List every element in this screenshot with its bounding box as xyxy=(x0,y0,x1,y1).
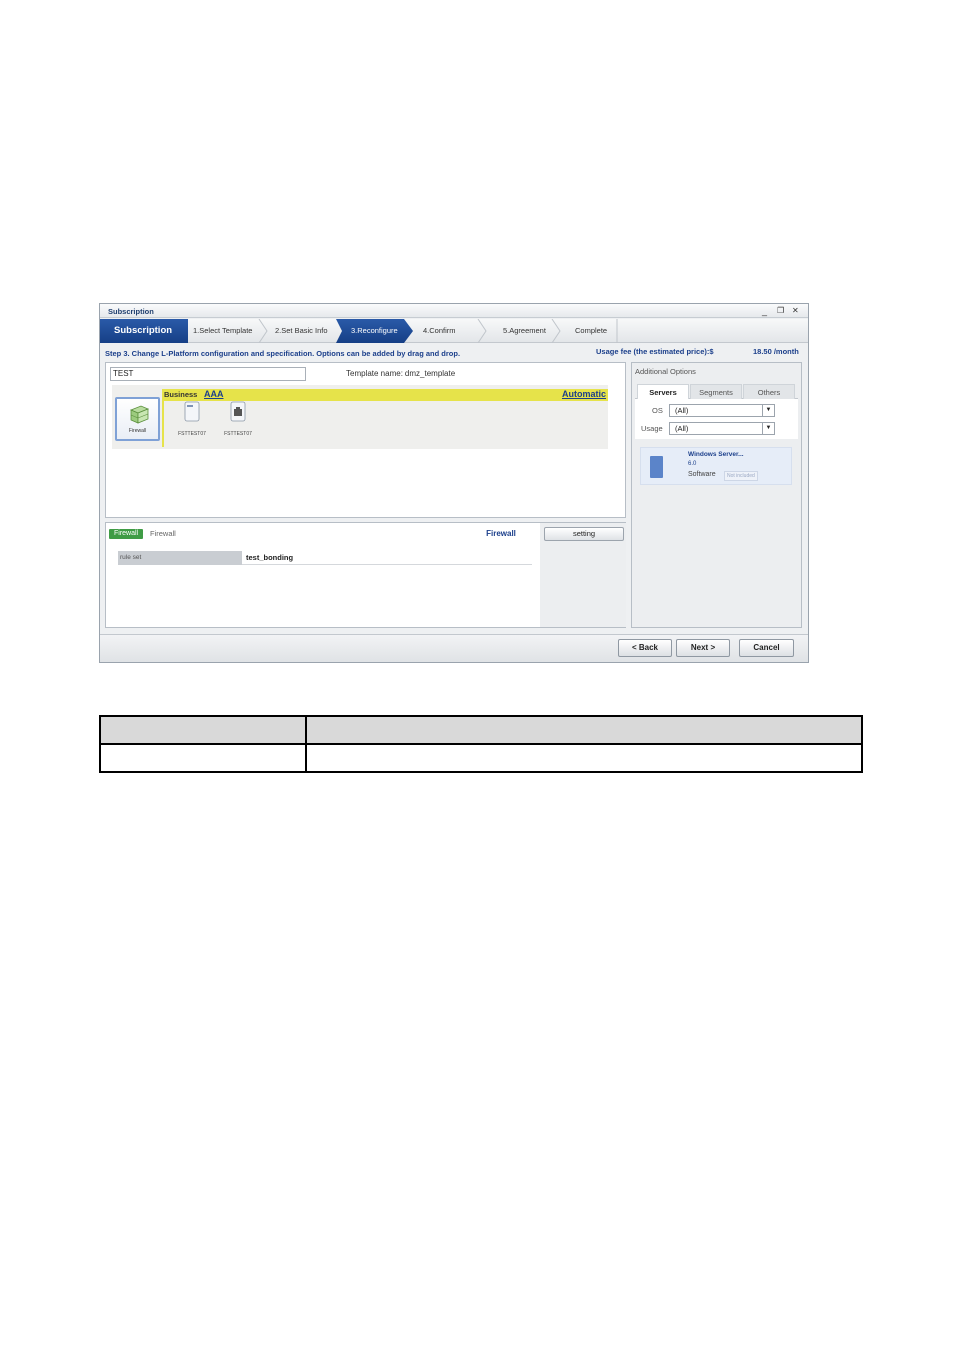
automatic-link[interactable]: Automatic xyxy=(562,389,606,399)
wizard-footer: < Back Next > Cancel xyxy=(100,634,808,662)
option-card-windows-server[interactable]: Windows Server... 6.0 Software Not inclu… xyxy=(640,447,792,485)
property-key: rule set xyxy=(118,551,242,565)
additional-options-title: Additional Options xyxy=(635,367,696,376)
usage-fee-price: 18.50 /month xyxy=(753,347,799,356)
os-filter-value: (All) xyxy=(675,406,689,415)
title-bar: Subscription _ ❐ ✕ xyxy=(100,304,808,318)
wizard-step-bar: Subscription 1.Select Template 2.Set Bas… xyxy=(100,319,808,343)
step-separator-icon xyxy=(551,319,561,343)
usage-filter-select[interactable]: (All) ▼ xyxy=(669,422,775,435)
os-filter-select[interactable]: (All) ▼ xyxy=(669,404,775,417)
subscription-window: Subscription _ ❐ ✕ Subscription 1.Select… xyxy=(99,303,809,663)
configuration-panel: TEST Template name: dmz_template Business… xyxy=(105,362,626,518)
usage-filter-label: Usage xyxy=(641,424,663,433)
table-cell xyxy=(305,743,863,773)
table-header-cell xyxy=(305,715,863,745)
design-canvas[interactable]: Business AAA Automatic Firewall FSTTEST0… xyxy=(112,385,608,449)
window-title: Subscription xyxy=(108,307,154,316)
firewall-icon xyxy=(129,405,150,424)
property-row: rule set test_bonding xyxy=(118,551,532,565)
tab-others[interactable]: Others xyxy=(743,384,795,399)
tab-segments[interactable]: Segments xyxy=(690,384,742,399)
restore-icon[interactable]: ❐ xyxy=(777,305,784,317)
template-name-value: dmz_template xyxy=(404,369,456,378)
step-separator-icon xyxy=(616,319,618,343)
additional-options-panel: Additional Options Servers Segments Othe… xyxy=(631,362,802,628)
server-icon xyxy=(184,401,200,422)
property-value: test_bonding xyxy=(246,553,294,562)
business-segment-bar[interactable]: Business AAA Automatic xyxy=(162,389,608,401)
table-header-cell xyxy=(99,715,307,745)
usage-filter-row: Usage (All) ▼ xyxy=(635,422,798,436)
step-reconfigure: 3.Reconfigure xyxy=(336,319,413,343)
template-name: Template name: dmz_template xyxy=(344,369,455,378)
server-node[interactable]: FSTTEST07 xyxy=(218,401,258,437)
segment-line xyxy=(162,401,164,447)
usage-filter-value: (All) xyxy=(675,424,689,433)
description-table xyxy=(99,715,863,773)
step-select-template: 1.Select Template xyxy=(193,326,253,335)
option-version: 6.0 xyxy=(688,461,697,467)
server-image-icon xyxy=(650,456,663,478)
template-name-label: Template name: xyxy=(346,369,403,378)
server-node-label: FSTTEST07 xyxy=(224,431,252,437)
chevron-down-icon[interactable]: ▼ xyxy=(762,423,774,434)
wizard-title: Subscription xyxy=(100,319,188,343)
minimize-icon[interactable]: _ xyxy=(762,305,767,317)
tab-firewall[interactable]: Firewall xyxy=(462,527,540,541)
os-filter-label: OS xyxy=(652,406,663,415)
selected-node-name: Firewall xyxy=(150,529,176,538)
business-name-link[interactable]: AAA xyxy=(204,389,224,399)
close-icon[interactable]: ✕ xyxy=(792,305,799,317)
table-row xyxy=(99,743,863,773)
server-node-label: FSTTEST07 xyxy=(178,431,206,437)
back-button[interactable]: < Back xyxy=(618,639,672,657)
firewall-node[interactable]: Firewall xyxy=(115,397,160,441)
option-software-label: Software xyxy=(688,471,716,478)
options-filter: OS (All) ▼ Usage (All) ▼ xyxy=(635,399,798,439)
next-button[interactable]: Next > xyxy=(676,639,730,657)
details-panel: Firewall Firewall Firewall setting rule … xyxy=(105,522,626,628)
cancel-button[interactable]: Cancel xyxy=(739,639,794,657)
tab-servers[interactable]: Servers xyxy=(637,384,689,399)
firewall-tag: Firewall xyxy=(109,529,144,539)
lplatform-name-input[interactable]: TEST xyxy=(110,367,306,381)
options-tabs: Servers Segments Others xyxy=(635,383,798,399)
step-description: Step 3. Change L-Platform configuration … xyxy=(105,349,461,358)
step-confirm: 4.Confirm xyxy=(423,326,456,335)
server-icon xyxy=(230,401,246,422)
table-cell xyxy=(99,743,307,773)
table-header-row xyxy=(99,715,863,745)
not-included-badge: Not included xyxy=(724,471,758,481)
os-filter-row: OS (All) ▼ xyxy=(635,404,798,418)
step-separator-icon xyxy=(477,319,487,343)
chevron-down-icon[interactable]: ▼ xyxy=(762,405,774,416)
usage-fee: Usage fee (the estimated price):$ 18.50 … xyxy=(596,347,799,356)
business-label: Business xyxy=(164,390,198,399)
option-name: Windows Server... xyxy=(688,451,744,458)
usage-fee-label: Usage fee (the estimated price):$ xyxy=(596,347,714,356)
step-set-basic-info: 2.Set Basic Info xyxy=(275,326,328,335)
setting-button[interactable]: setting xyxy=(544,527,624,541)
firewall-node-label: Firewall xyxy=(128,428,147,434)
step-separator-icon xyxy=(258,319,268,343)
server-node[interactable]: FSTTEST07 xyxy=(172,401,212,437)
